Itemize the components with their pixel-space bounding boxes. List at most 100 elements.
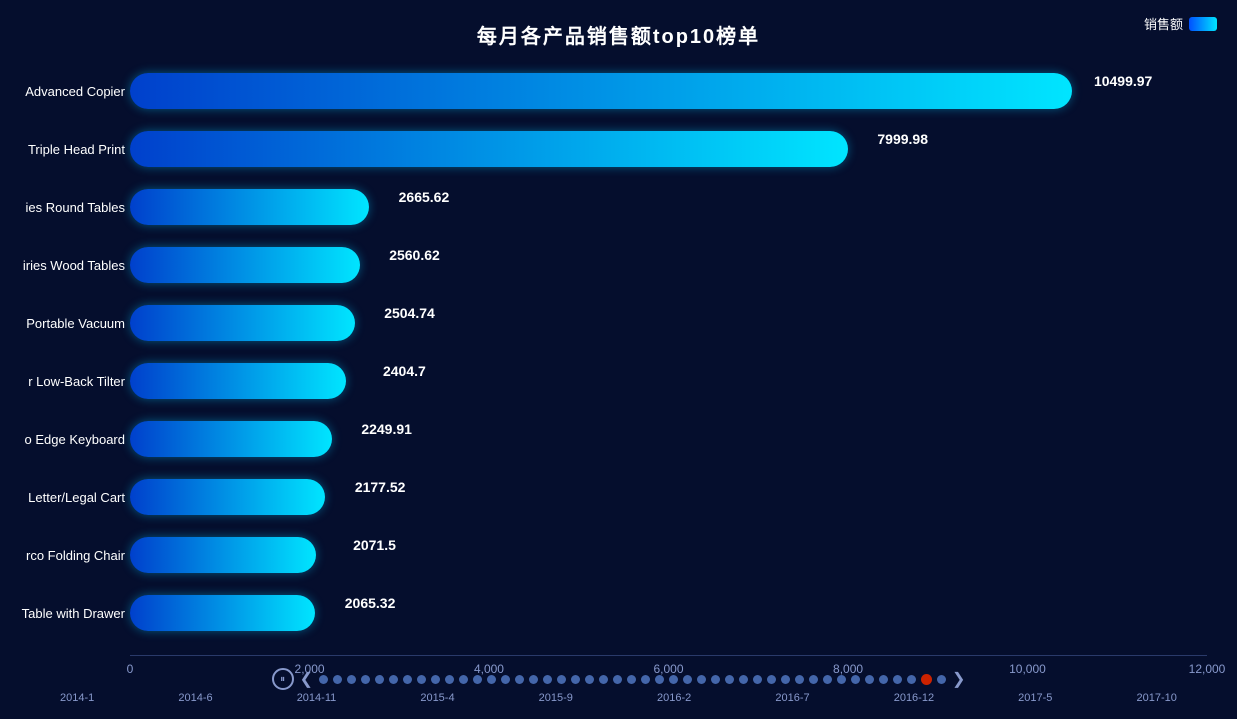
timeline-dot[interactable] xyxy=(459,675,468,684)
bar-value-label: 7999.98 xyxy=(877,131,928,147)
bar-row: Table with Drawer2065.32 xyxy=(130,587,1207,639)
timeline-dot[interactable] xyxy=(937,675,946,684)
bar-value-label: 2560.62 xyxy=(389,247,440,263)
timeline-dot[interactable] xyxy=(361,675,370,684)
timeline-dot[interactable] xyxy=(487,675,496,684)
timeline-dot[interactable] xyxy=(851,675,860,684)
next-button[interactable]: ❯ xyxy=(952,669,965,689)
legend: 销售额 xyxy=(1144,14,1217,33)
timeline-dot[interactable] xyxy=(473,675,482,684)
prev-button[interactable]: ❮ xyxy=(300,669,313,689)
timeline-dot[interactable] xyxy=(557,675,566,684)
timeline-dot[interactable] xyxy=(879,675,888,684)
timeline-dot[interactable] xyxy=(641,675,650,684)
timeline-dot[interactable] xyxy=(445,675,454,684)
timeline-dot[interactable] xyxy=(781,675,790,684)
timeline-dot[interactable] xyxy=(837,675,846,684)
timeline-controls: ⏸ ❮ ❯ xyxy=(0,668,1237,690)
bar-label: Table with Drawer xyxy=(0,606,125,621)
timeline-period-label: 2016-12 xyxy=(894,692,934,704)
timeline-period-label: 2016-2 xyxy=(657,692,691,704)
bar-value-label: 10499.97 xyxy=(1094,73,1152,89)
timeline-dot[interactable] xyxy=(907,675,916,684)
bar-track: 2249.91 xyxy=(130,421,1207,457)
timeline-dots xyxy=(319,674,946,685)
bar-track: 2177.52 xyxy=(130,479,1207,515)
bar-row: iries Wood Tables2560.62 xyxy=(130,239,1207,291)
timeline-dot[interactable] xyxy=(613,675,622,684)
timeline-dot[interactable] xyxy=(809,675,818,684)
play-pause-button[interactable]: ⏸ xyxy=(272,668,294,690)
bar-value-label: 2404.7 xyxy=(383,363,426,379)
bar-fill: 2071.5 xyxy=(130,537,316,573)
bar-track: 2665.62 xyxy=(130,189,1207,225)
timeline-area: ⏸ ❮ ❯ 2014-12014-62014-112015-42015-9201… xyxy=(0,664,1237,719)
timeline-dot[interactable] xyxy=(823,675,832,684)
bar-value-label: 2665.62 xyxy=(399,189,450,205)
bar-row: r Low-Back Tilter2404.7 xyxy=(130,355,1207,407)
bar-label: ies Round Tables xyxy=(0,200,125,215)
bar-label: r Low-Back Tilter xyxy=(0,374,125,389)
bar-fill: 2065.32 xyxy=(130,595,315,631)
timeline-dot[interactable] xyxy=(403,675,412,684)
bars-area: Advanced Copier10499.97Triple Head Print… xyxy=(130,65,1207,655)
timeline-dot[interactable] xyxy=(683,675,692,684)
timeline-dot[interactable] xyxy=(375,675,384,684)
timeline-dot[interactable] xyxy=(431,675,440,684)
bar-fill: 2665.62 xyxy=(130,189,369,225)
timeline-dot[interactable] xyxy=(319,675,328,684)
timeline-dot[interactable] xyxy=(571,675,580,684)
timeline-dot[interactable] xyxy=(515,675,524,684)
bar-label: o Edge Keyboard xyxy=(0,432,125,447)
bar-fill: 2404.7 xyxy=(130,363,346,399)
timeline-dot[interactable] xyxy=(501,675,510,684)
timeline-dot[interactable] xyxy=(865,675,874,684)
timeline-dot[interactable] xyxy=(529,675,538,684)
timeline-dot[interactable] xyxy=(893,675,902,684)
timeline-dot[interactable] xyxy=(599,675,608,684)
bar-label: Letter/Legal Cart xyxy=(0,490,125,505)
timeline-dot[interactable] xyxy=(921,674,932,685)
timeline-dot[interactable] xyxy=(417,675,426,684)
bar-row: rco Folding Chair2071.5 xyxy=(130,529,1207,581)
bar-value-label: 2504.74 xyxy=(384,305,435,321)
legend-label: 销售额 xyxy=(1144,14,1183,33)
bar-fill: 10499.97 xyxy=(130,73,1072,109)
bar-row: Letter/Legal Cart2177.52 xyxy=(130,471,1207,523)
timeline-period-label: 2015-4 xyxy=(420,692,454,704)
timeline-dot[interactable] xyxy=(347,675,356,684)
bar-value-label: 2065.32 xyxy=(345,595,396,611)
timeline-dot[interactable] xyxy=(795,675,804,684)
timeline-dot[interactable] xyxy=(669,675,678,684)
timeline-dot[interactable] xyxy=(333,675,342,684)
play-pause-icon: ⏸ xyxy=(280,674,285,685)
bar-label: Portable Vacuum xyxy=(0,316,125,331)
timeline-period-label: 2015-9 xyxy=(539,692,573,704)
bar-track: 2404.7 xyxy=(130,363,1207,399)
bar-fill: 2504.74 xyxy=(130,305,355,341)
timeline-dot[interactable] xyxy=(767,675,776,684)
bar-label: Advanced Copier xyxy=(0,84,125,99)
timeline-dot[interactable] xyxy=(753,675,762,684)
bar-fill: 7999.98 xyxy=(130,131,848,167)
bar-row: Triple Head Print7999.98 xyxy=(130,123,1207,175)
timeline-dot[interactable] xyxy=(389,675,398,684)
chart-container: 每月各产品销售额top10榜单 销售额 Advanced Copier10499… xyxy=(0,0,1237,719)
timeline-dot[interactable] xyxy=(711,675,720,684)
timeline-dot[interactable] xyxy=(627,675,636,684)
bar-track: 2071.5 xyxy=(130,537,1207,573)
timeline-dot[interactable] xyxy=(655,675,664,684)
bar-label: Triple Head Print xyxy=(0,142,125,157)
timeline-dot[interactable] xyxy=(585,675,594,684)
bar-track: 7999.98 xyxy=(130,131,1207,167)
timeline-dot[interactable] xyxy=(739,675,748,684)
bar-value-label: 2177.52 xyxy=(355,479,406,495)
bar-fill: 2177.52 xyxy=(130,479,325,515)
bar-row: ies Round Tables2665.62 xyxy=(130,181,1207,233)
bar-track: 10499.97 xyxy=(130,73,1207,109)
timeline-dot[interactable] xyxy=(543,675,552,684)
timeline-dot[interactable] xyxy=(725,675,734,684)
timeline-dot[interactable] xyxy=(697,675,706,684)
bar-value-label: 2249.91 xyxy=(361,421,412,437)
bar-fill: 2249.91 xyxy=(130,421,332,457)
